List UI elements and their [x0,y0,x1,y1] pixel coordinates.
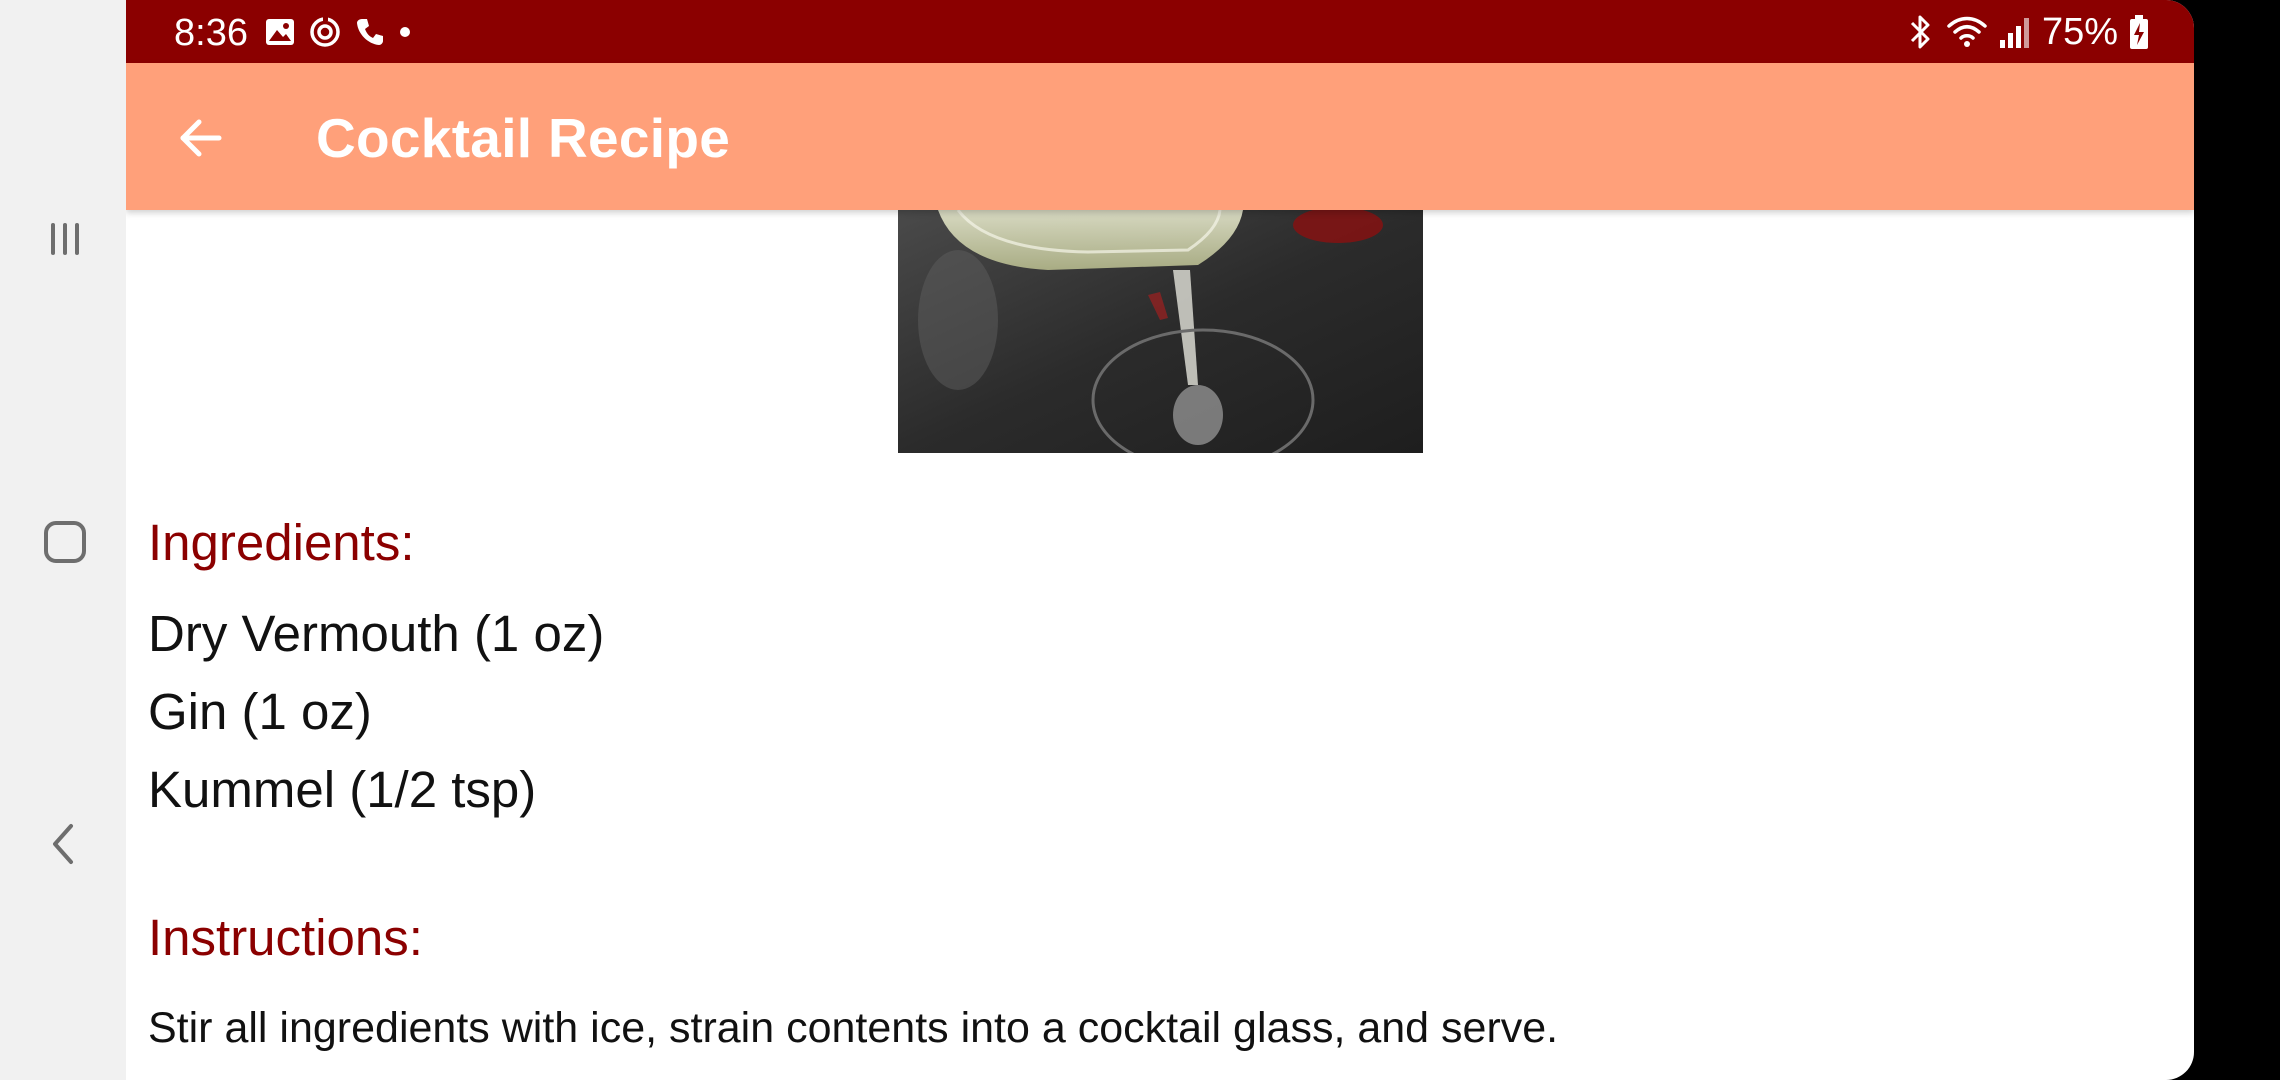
recent-apps-icon [51,223,79,255]
recipe-content: Ingredients: Dry Vermouth (1 oz) Gin (1 … [126,210,2194,1080]
home-button[interactable] [36,513,94,571]
status-bar: 8:36 75% [126,0,2194,63]
sync-icon [310,15,340,47]
home-icon [44,521,86,563]
ingredient-item: Kummel (1/2 tsp) [148,761,537,818]
ingredient-item: Dry Vermouth (1 oz) [148,605,605,662]
ingredients-heading: Ingredients: [148,514,415,571]
recent-apps-button[interactable] [36,210,94,268]
instructions-text: Stir all ingredients with ice, strain co… [148,1004,1559,1052]
cocktail-glass-image [898,210,1423,453]
phone-call-icon [357,19,383,45]
arrow-back-icon [180,119,222,157]
cocktail-photo [898,210,1423,453]
status-right-icons: 75% [1906,10,2150,54]
ingredient-item: Gin (1 oz) [148,683,372,740]
app-bar: Cocktail Recipe [126,63,2194,210]
status-left-icons [264,15,412,49]
battery-icon [2130,15,2148,49]
signal-icon [1999,18,2029,48]
back-nav-button[interactable] [36,815,94,873]
wifi-icon [1947,16,1987,47]
gallery-icon [266,19,294,45]
instructions-heading: Instructions: [148,909,423,966]
battery-percent: 75% [2041,10,2118,53]
app-screen: 8:36 75% Cocktail Recipe Ingredients: Dr… [126,0,2194,1080]
back-button[interactable] [166,103,236,173]
dot-icon [400,27,410,37]
bluetooth-icon [1910,15,1930,49]
page-title: Cocktail Recipe [316,107,731,169]
navigation-bar [0,0,126,1080]
back-nav-icon [53,824,73,864]
status-time: 8:36 [174,12,248,54]
